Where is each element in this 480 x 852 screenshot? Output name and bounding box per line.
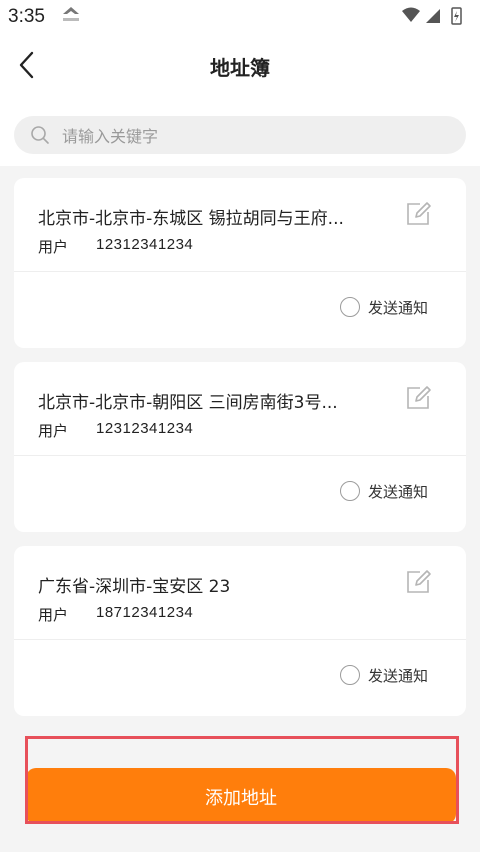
search-bar <box>0 96 480 166</box>
edit-icon[interactable] <box>404 568 432 596</box>
address-text: 广东省-深圳市-宝安区 23 <box>38 577 231 597</box>
address-card[interactable]: 广东省-深圳市-宝安区 23 用户 18712341234 发送通知 <box>14 546 466 716</box>
send-notification-label: 发送通知 <box>368 299 429 317</box>
card-divider <box>14 455 466 456</box>
address-text: 北京市-北京市-东城区 锡拉胡同与王府... <box>38 209 344 229</box>
contact-phone: 12312341234 <box>96 420 194 437</box>
edit-icon[interactable] <box>404 200 432 228</box>
address-card[interactable]: 北京市-北京市-东城区 锡拉胡同与王府... 用户 12312341234 发送… <box>14 178 466 348</box>
search-input[interactable] <box>60 116 444 156</box>
search-icon <box>31 126 49 144</box>
wifi-icon <box>402 7 420 22</box>
address-text: 北京市-北京市-朝阳区 三间房南街3号... <box>38 393 338 413</box>
edit-icon[interactable] <box>404 384 432 412</box>
radio-icon[interactable] <box>340 665 360 685</box>
card-divider <box>14 639 466 640</box>
contact-name: 用户 <box>38 238 69 256</box>
header: 地址簿 <box>0 32 480 96</box>
contact-phone: 18712341234 <box>96 604 194 621</box>
radio-icon[interactable] <box>340 297 360 317</box>
contact-name: 用户 <box>38 422 69 440</box>
contact-phone: 12312341234 <box>96 236 194 253</box>
status-time: 3:35 <box>8 6 45 27</box>
page-title: 地址簿 <box>210 56 270 80</box>
status-bar: 3:35 <box>0 0 480 32</box>
address-card[interactable]: 北京市-北京市-朝阳区 三间房南街3号... 用户 12312341234 发送… <box>14 362 466 532</box>
search-box[interactable] <box>14 116 466 156</box>
contact-name: 用户 <box>38 606 69 624</box>
card-divider <box>14 271 466 272</box>
send-notification-label: 发送通知 <box>368 483 429 501</box>
app-notification-icon <box>63 7 79 21</box>
send-notification-label: 发送通知 <box>368 667 429 685</box>
add-address-button[interactable]: 添加地址 <box>26 768 456 824</box>
signal-icon <box>426 9 440 23</box>
status-icons <box>402 7 462 25</box>
radio-icon[interactable] <box>340 481 360 501</box>
